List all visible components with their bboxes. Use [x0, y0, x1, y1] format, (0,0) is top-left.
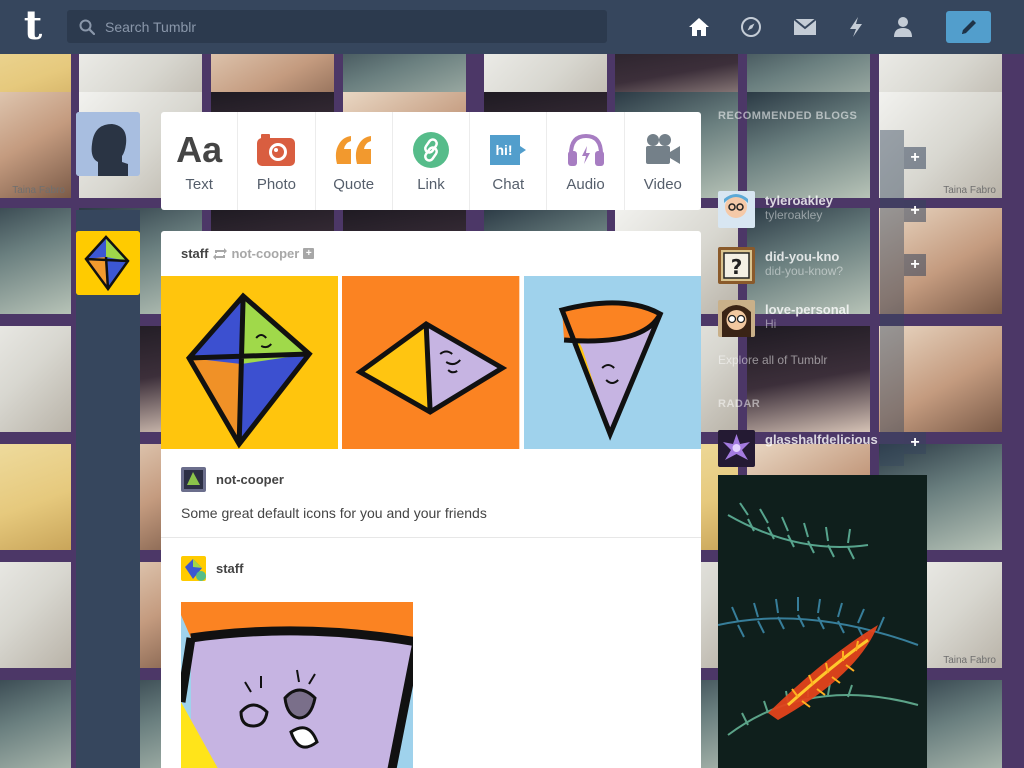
compose-button[interactable] [946, 11, 991, 43]
text-icon: Aa [176, 129, 223, 170]
recommended-blog[interactable]: ? did-you-kno did-you-know? [718, 247, 918, 285]
svg-text:hi!: hi! [496, 142, 513, 158]
tile-caption: Taina Fabro [12, 185, 65, 196]
original-author-link[interactable]: staff [216, 561, 243, 576]
link-icon [412, 130, 450, 170]
follow-plus-icon[interactable]: + [904, 254, 926, 276]
blog-avatar: ? [718, 247, 755, 284]
post-header: staff not-cooper + [161, 231, 701, 276]
recommended-blogs-title: RECOMMENDED BLOGS [718, 110, 858, 122]
original-trail-entry: staff [161, 538, 701, 582]
follow-plus-icon[interactable]: + [904, 432, 926, 454]
dashboard-post: staff not-cooper + not-cooper Some great… [161, 231, 701, 768]
svg-text:?: ? [731, 255, 743, 279]
top-navigation-bar: t [0, 0, 1024, 54]
blog-avatar [718, 430, 755, 467]
recommended-blog[interactable]: love-personal Hi [718, 300, 918, 338]
search-icon [79, 19, 95, 35]
background-photo-tile [747, 92, 870, 198]
pencil-icon [961, 20, 976, 34]
background-photo-tile [0, 326, 71, 432]
photoset[interactable] [161, 276, 701, 449]
explore-icon[interactable] [739, 15, 763, 39]
reblog-source-link[interactable]: not-cooper [231, 246, 299, 261]
blog-avatar [718, 300, 755, 337]
background-photo-tile [747, 326, 870, 432]
recommended-follow-strip [880, 130, 904, 466]
user-avatar[interactable] [76, 112, 140, 176]
tile-caption: Taina Fabro [943, 185, 996, 196]
post-type-label: Audio [566, 176, 605, 193]
reblog-icon [213, 247, 228, 260]
tile-caption: Taina Fabro [943, 655, 996, 666]
post-type-photo[interactable]: Photo [238, 112, 316, 210]
blog-name: glasshalfdelicious [765, 432, 878, 447]
follow-plus-icon[interactable]: + [303, 248, 315, 259]
messages-icon[interactable] [793, 15, 817, 39]
video-icon [643, 130, 683, 170]
follow-plus-icon[interactable]: + [904, 147, 926, 169]
reblog-author-link[interactable]: not-cooper [216, 472, 284, 487]
camera-icon [256, 130, 296, 170]
radar-post-image[interactable] [718, 475, 927, 768]
search-box[interactable] [67, 10, 607, 43]
post-type-chat[interactable]: hi! Chat [470, 112, 548, 210]
reblog-trail-entry: not-cooper [161, 449, 701, 493]
blog-name: love-personal [765, 302, 850, 317]
radar-blog[interactable]: glasshalfdelicious [718, 430, 918, 468]
background-photo-tile: Taina Fabro [0, 92, 71, 198]
radar-title: RADAR [718, 398, 761, 410]
post-type-label: Video [643, 176, 682, 193]
photo-cone-icon[interactable] [523, 276, 701, 449]
quote-icon [333, 130, 375, 170]
post-type-audio[interactable]: Audio [547, 112, 625, 210]
post-type-text[interactable]: Aa Text [161, 112, 239, 210]
blog-name: tyleroakley [765, 193, 833, 208]
post-type-bar: Aa Text Photo Quote Link hi! Chat Audio … [161, 112, 701, 210]
home-icon[interactable] [687, 15, 711, 39]
background-photo-tile [0, 208, 71, 314]
explore-all-link[interactable]: Explore all of Tumblr [718, 353, 827, 367]
background-photo-tile [0, 444, 71, 550]
post-type-label: Photo [256, 176, 297, 193]
tumblr-logo[interactable]: t [17, 6, 49, 46]
original-avatar[interactable] [181, 555, 206, 581]
post-type-label: Link [417, 176, 445, 193]
background-photo-tile [0, 562, 71, 668]
follow-plus-icon[interactable]: + [904, 200, 926, 222]
post-type-link[interactable]: Link [393, 112, 471, 210]
recommended-blog[interactable]: tyleroakley tyleroakley [718, 191, 918, 229]
activity-icon[interactable] [844, 15, 868, 39]
search-input[interactable] [105, 18, 595, 35]
blog-subtitle: did-you-know? [765, 264, 844, 278]
blog-subtitle: Hi [765, 317, 777, 331]
account-icon[interactable] [891, 15, 915, 39]
post-body-text: Some great default icons for you and you… [181, 505, 487, 521]
blog-subtitle: tyleroakley [765, 208, 823, 222]
background-photo-tile [0, 680, 71, 768]
blog-name: did-you-kno [765, 249, 840, 264]
post-author-avatar[interactable] [76, 231, 140, 295]
photo-diamond-icon[interactable] [342, 276, 520, 449]
post-type-video[interactable]: Video [625, 112, 701, 210]
chat-icon: hi! [488, 130, 528, 170]
post-author-link[interactable]: staff [181, 246, 208, 261]
post-type-quote[interactable]: Quote [316, 112, 393, 210]
reblog-avatar[interactable] [181, 466, 206, 492]
post-type-label: Chat [492, 176, 525, 193]
audio-icon [566, 130, 606, 170]
blog-avatar [718, 191, 755, 228]
post-image[interactable] [181, 602, 413, 768]
post-type-label: Quote [333, 176, 375, 193]
post-type-label: Text [185, 176, 213, 193]
photo-kite-icon[interactable] [161, 276, 339, 449]
